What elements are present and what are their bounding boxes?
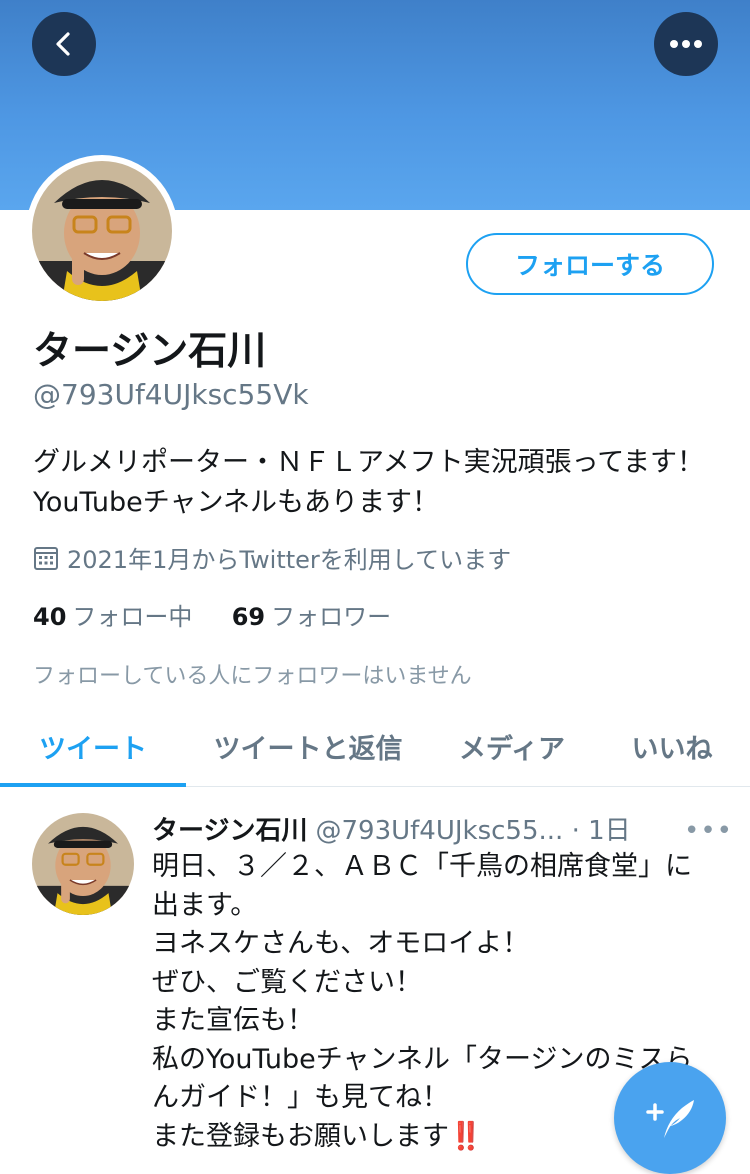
tab-likes[interactable]: いいね	[594, 705, 750, 787]
profile-avatar[interactable]	[32, 161, 172, 301]
tweet-line: ぜひ、ご覧ください！	[152, 966, 422, 998]
followers-count: 69	[231, 603, 266, 631]
followers-link[interactable]: 69 フォロワー	[232, 603, 391, 631]
tweet-more-icon[interactable]: •••	[684, 816, 733, 846]
tweet-author-name: タージン石川	[152, 816, 308, 846]
profile-bio: グルメリポーター・ＮＦＬアメフト実況頑張ってます！YouTubeチャンネルもあり…	[33, 447, 704, 518]
tweet-line: ヨネスケさんも、オモロイよ！	[152, 928, 530, 959]
more-options-button[interactable]	[654, 12, 718, 76]
tweet-avatar[interactable]	[32, 813, 134, 915]
tweet-line: また宣伝も！	[152, 1005, 314, 1036]
follow-counts: 40 フォロー中 69 フォロワー	[33, 597, 391, 632]
profile-tabs: ツイート ツイートと返信 メディア いいね	[0, 705, 750, 787]
joined-date: 2021年1月からTwitterを利用しています	[33, 540, 511, 575]
mutual-followers-note: フォローしている人にフォロワーはいません	[33, 664, 472, 689]
follow-button[interactable]: フォローする	[466, 233, 714, 295]
tweet-line: 出ます。	[152, 889, 258, 921]
joined-text: 2021年1月からTwitterを利用しています	[67, 546, 512, 574]
tweet-line: 明日、３／２、ＡＢＣ「千鳥の相席食堂」に	[152, 851, 692, 882]
following-link[interactable]: 40 フォロー中	[33, 603, 200, 631]
compose-tweet-button[interactable]	[614, 1062, 726, 1174]
calendar-icon	[34, 546, 58, 570]
tweet-timestamp: · 1日	[571, 816, 631, 846]
tweet-author-handle: @793Uf4UJksc55...	[315, 816, 564, 846]
tab-media[interactable]: メディア	[430, 705, 594, 787]
more-horizontal-icon	[670, 40, 702, 48]
active-tab-indicator	[0, 783, 186, 787]
back-arrow-icon	[56, 32, 70, 56]
profile-avatar-frame	[26, 155, 178, 307]
following-label: フォロー中	[72, 603, 193, 631]
tab-tweets[interactable]: ツイート	[0, 705, 186, 787]
profile-name: タージン石川	[33, 329, 267, 374]
compose-tweet-icon	[646, 1100, 694, 1138]
tab-tweets-and-replies[interactable]: ツイートと返信	[186, 705, 430, 787]
back-button[interactable]	[32, 12, 96, 76]
following-count: 40	[33, 603, 67, 631]
followers-label: フォロワー	[271, 603, 392, 631]
tweet-header: タージン石川 @793Uf4UJksc55... · 1日	[152, 810, 717, 846]
profile-handle: @793Uf4UJksc55Vk	[33, 378, 309, 411]
